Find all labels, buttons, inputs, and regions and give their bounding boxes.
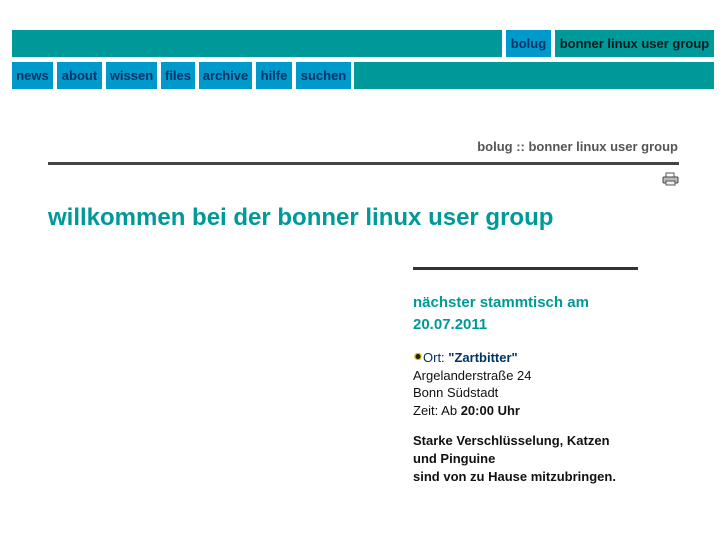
city: Bonn Südstadt — [413, 385, 499, 400]
site-title: bonner linux user group — [555, 30, 714, 57]
note: Starke Verschlüsselung, Katzen und Pingui… — [413, 432, 653, 486]
stammtisch-box: nächster stammtisch am 20.07.2011 Ort: "Z… — [413, 292, 653, 486]
note-line: Starke Verschlüsselung, Katzen — [413, 433, 610, 448]
nav-archive[interactable]: archive — [199, 62, 252, 89]
nav-suchen[interactable]: suchen — [296, 62, 351, 89]
stammtisch-date: 20.07.2011 — [413, 316, 488, 333]
top-bar — [12, 30, 502, 57]
sidebar-divider — [413, 267, 638, 270]
nav-wissen[interactable]: wissen — [106, 62, 157, 89]
nav-news[interactable]: news — [12, 62, 53, 89]
note-line: und Pinguine — [413, 451, 496, 466]
heading-line: nächster stammtisch am — [413, 294, 589, 311]
divider — [48, 162, 679, 165]
ort-label: Ort: — [423, 350, 445, 365]
printer-icon[interactable] — [662, 172, 679, 186]
zeit-value: 20:00 Uhr — [460, 402, 520, 418]
breadcrumb: bolug :: bonner linux user group — [477, 139, 678, 154]
bolug-link[interactable]: bolug — [506, 30, 551, 57]
note-line: sind von zu Hause mitzubringen. — [413, 469, 616, 484]
zeit-label: Zeit: Ab — [413, 402, 458, 418]
stammtisch-heading: nächster stammtisch am 20.07.2011 — [413, 292, 653, 336]
penguin-icon — [413, 353, 423, 363]
nav-about[interactable]: about — [57, 62, 102, 89]
nav-filler — [354, 62, 714, 89]
page-title: willkommen bei der bonner linux user gro… — [48, 204, 554, 231]
nav-files[interactable]: files — [161, 62, 195, 89]
street: Argelanderstraße 24 — [413, 367, 532, 383]
nav-hilfe[interactable]: hilfe — [256, 62, 292, 89]
location-link[interactable]: "Zartbitter" — [448, 350, 517, 365]
